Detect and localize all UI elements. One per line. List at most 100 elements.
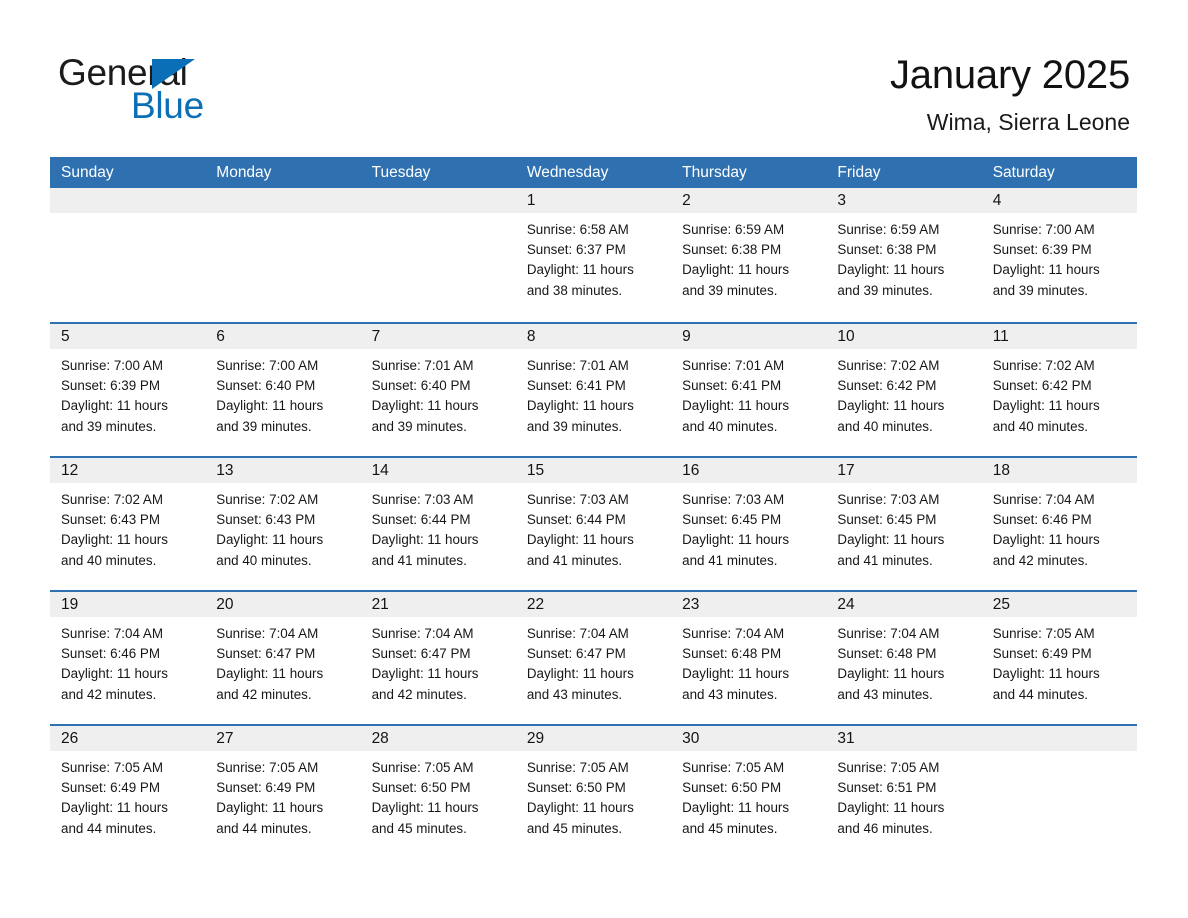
sunset-text: Sunset: 6:51 PM [837, 780, 937, 796]
daylight-text-cont: and 40 minutes. [837, 418, 933, 434]
calendar-day-cell[interactable]: 15 Sunrise: 7:03 AM Sunset: 6:44 PM Dayligh… [515, 458, 672, 590]
calendar-day-cell[interactable]: 19 Sunrise: 7:04 AM Sunset: 6:46 PM Dayligh… [50, 592, 206, 724]
calendar-day-cell[interactable]: 17 Sunrise: 7:03 AM Sunset: 6:45 PM Dayligh… [826, 458, 982, 590]
sunrise-text: Sunrise: 7:05 AM [837, 760, 940, 775]
sunrise-text: Sunrise: 7:01 AM [526, 358, 629, 373]
daylight-text: Daylight: 11 hours [992, 398, 1100, 414]
daylight-text-cont: and 39 minutes. [837, 282, 933, 298]
calendar-day-cell[interactable]: 29 Sunrise: 7:05 AM Sunset: 6:50 PM Dayligh… [515, 726, 672, 858]
calendar-day-cell[interactable]: 2 Sunrise: 6:59 AM Sunset: 6:38 PM Daylight… [671, 188, 827, 322]
calendar-day-cell-empty [50, 188, 206, 322]
sunset-text: Sunset: 6:48 PM [682, 646, 782, 662]
calendar-day-cell[interactable]: 8 Sunrise: 7:01 AM Sunset: 6:41 PM Daylight… [515, 324, 672, 456]
calendar-day-cell[interactable]: 22 Sunrise: 7:04 AM Sunset: 6:47 PM Dayligh… [515, 592, 672, 724]
calendar-day-cell[interactable]: 12 Sunrise: 7:02 AM Sunset: 6:43 PM Dayligh… [50, 458, 206, 590]
daylight-text: Daylight: 11 hours [216, 800, 324, 816]
sunset-text: Sunset: 6:43 PM [61, 512, 160, 528]
daylight-text-cont: and 45 minutes. [526, 820, 623, 836]
calendar-day-cell[interactable]: 24 Sunrise: 7:04 AM Sunset: 6:48 PM Dayligh… [826, 592, 982, 724]
day-details: Sunrise: 7:02 AM Sunset: 6:43 PM Daylight:… [50, 483, 205, 571]
day-number: 11 [992, 328, 1009, 345]
calendar-day-cell[interactable]: 7 Sunrise: 7:01 AM Sunset: 6:40 PM Daylight… [360, 324, 516, 456]
calendar-day-cell[interactable]: 23 Sunrise: 7:04 AM Sunset: 6:48 PM Dayligh… [671, 592, 827, 724]
calendar-day-cell[interactable]: 30 Sunrise: 7:05 AM Sunset: 6:50 PM Dayligh… [671, 726, 827, 858]
weekday-header-row: Sunday Monday Tuesday Wednesday Thursday Frid… [50, 157, 1137, 188]
sunset-text: Sunset: 6:49 PM [216, 780, 316, 796]
daylight-text: Daylight: 11 hours [682, 800, 790, 816]
calendar-day-cell[interactable]: 3 Sunrise: 6:59 AM Sunset: 6:38 PM Daylight… [826, 188, 982, 322]
day-number: 7 [371, 328, 381, 345]
day-number-band: 9 [671, 324, 827, 349]
calendar-day-cell[interactable]: 28 Sunrise: 7:05 AM Sunset: 6:50 PM Dayligh… [360, 726, 516, 858]
day-details: Sunrise: 7:03 AM Sunset: 6:45 PM Daylight:… [826, 483, 981, 571]
sunset-text: Sunset: 6:41 PM [682, 378, 782, 394]
calendar-day-cell[interactable]: 11 Sunrise: 7:02 AM Sunset: 6:42 PM Dayligh… [981, 324, 1137, 456]
daylight-text-cont: and 38 minutes. [526, 282, 623, 298]
day-details: Sunrise: 7:03 AM Sunset: 6:45 PM Daylight:… [671, 483, 826, 571]
sunset-text: Sunset: 6:45 PM [682, 512, 782, 528]
daylight-text: Daylight: 11 hours [61, 666, 168, 682]
sunset-text: Sunset: 6:42 PM [837, 378, 937, 394]
sunset-text: Sunset: 6:38 PM [682, 242, 782, 258]
sunrise-text: Sunrise: 7:00 AM [992, 222, 1095, 237]
calendar-day-cell[interactable]: 27 Sunrise: 7:05 AM Sunset: 6:49 PM Dayligh… [205, 726, 361, 858]
general-blue-logo[interactable]: General Blue [58, 52, 318, 128]
day-number: 28 [371, 730, 389, 747]
daylight-text: Daylight: 11 hours [526, 398, 634, 414]
day-number: 14 [371, 462, 389, 479]
calendar-day-cell[interactable]: 31 Sunrise: 7:05 AM Sunset: 6:51 PM Dayligh… [826, 726, 982, 858]
day-number: 4 [992, 192, 1002, 209]
calendar-day-cell[interactable]: 6 Sunrise: 7:00 AM Sunset: 6:40 PM Daylight… [205, 324, 361, 456]
sunrise-text: Sunrise: 7:03 AM [682, 492, 785, 507]
calendar-day-cell[interactable]: 16 Sunrise: 7:03 AM Sunset: 6:45 PM Dayligh… [671, 458, 827, 590]
sunset-text: Sunset: 6:44 PM [371, 512, 471, 528]
day-details: Sunrise: 7:04 AM Sunset: 6:48 PM Daylight:… [671, 617, 826, 705]
calendar-day-cell[interactable]: 10 Sunrise: 7:02 AM Sunset: 6:42 PM Dayligh… [826, 324, 982, 456]
day-number: 16 [682, 462, 700, 479]
calendar-day-cell[interactable]: 21 Sunrise: 7:04 AM Sunset: 6:47 PM Dayligh… [360, 592, 516, 724]
day-number: 31 [837, 730, 855, 747]
daylight-text: Daylight: 11 hours [837, 800, 945, 816]
weekday-header-tuesday: Tuesday [371, 164, 431, 181]
weekday-header-sunday: Sunday [61, 164, 114, 181]
day-number-band: 3 [826, 188, 982, 213]
day-details: Sunrise: 7:05 AM Sunset: 6:51 PM Daylight:… [826, 751, 981, 839]
calendar-day-cell[interactable]: 20 Sunrise: 7:04 AM Sunset: 6:47 PM Dayligh… [205, 592, 361, 724]
daylight-text-cont: and 41 minutes. [371, 552, 467, 568]
calendar-day-cell[interactable]: 26 Sunrise: 7:05 AM Sunset: 6:49 PM Dayligh… [50, 726, 206, 858]
daylight-text: Daylight: 11 hours [526, 800, 634, 816]
weekday-header-saturday: Saturday [992, 164, 1055, 181]
calendar-day-cell[interactable]: 13 Sunrise: 7:02 AM Sunset: 6:43 PM Dayligh… [205, 458, 361, 590]
day-number: 27 [216, 730, 234, 747]
daylight-text: Daylight: 11 hours [526, 262, 634, 278]
calendar-day-cell[interactable]: 9 Sunrise: 7:01 AM Sunset: 6:41 PM Daylight… [671, 324, 827, 456]
calendar-day-cell[interactable]: 18 Sunrise: 7:04 AM Sunset: 6:46 PM Dayligh… [981, 458, 1137, 590]
day-number-band: 25 [981, 592, 1137, 617]
calendar-day-cell[interactable]: 14 Sunrise: 7:03 AM Sunset: 6:44 PM Dayligh… [360, 458, 516, 590]
daylight-text-cont: and 42 minutes. [371, 686, 467, 702]
day-number-band: 10 [826, 324, 982, 349]
day-details: Sunrise: 7:01 AM Sunset: 6:41 PM Daylight:… [671, 349, 826, 437]
day-number-band [50, 188, 206, 213]
calendar-day-cell[interactable]: 4 Sunrise: 7:00 AM Sunset: 6:39 PM Daylight… [981, 188, 1137, 322]
sunset-text: Sunset: 6:46 PM [61, 646, 160, 662]
day-number-band: 12 [50, 458, 206, 483]
day-details: Sunrise: 7:05 AM Sunset: 6:50 PM Daylight:… [516, 751, 671, 839]
day-number-band: 15 [515, 458, 672, 483]
daylight-text-cont: and 43 minutes. [526, 686, 623, 702]
calendar-day-cell[interactable]: 5 Sunrise: 7:00 AM Sunset: 6:39 PM Daylight… [50, 324, 206, 456]
weekday-header-monday: Monday [216, 164, 272, 181]
daylight-text-cont: and 40 minutes. [682, 418, 778, 434]
day-number: 5 [61, 328, 70, 345]
calendar-day-cell[interactable]: 25 Sunrise: 7:05 AM Sunset: 6:49 PM Dayligh… [981, 592, 1137, 724]
daylight-text: Daylight: 11 hours [216, 666, 324, 682]
day-details: Sunrise: 7:04 AM Sunset: 6:47 PM Daylight:… [516, 617, 671, 705]
day-details: Sunrise: 6:59 AM Sunset: 6:38 PM Daylight:… [671, 213, 826, 301]
day-number-band: 6 [205, 324, 361, 349]
daylight-text-cont: and 41 minutes. [682, 552, 778, 568]
sunset-text: Sunset: 6:47 PM [216, 646, 316, 662]
day-details: Sunrise: 7:04 AM Sunset: 6:48 PM Daylight:… [826, 617, 981, 705]
day-number-band [205, 188, 361, 213]
sunrise-text: Sunrise: 7:01 AM [371, 358, 474, 373]
calendar-day-cell[interactable]: 1 Sunrise: 6:58 AM Sunset: 6:37 PM Daylight… [515, 188, 672, 322]
